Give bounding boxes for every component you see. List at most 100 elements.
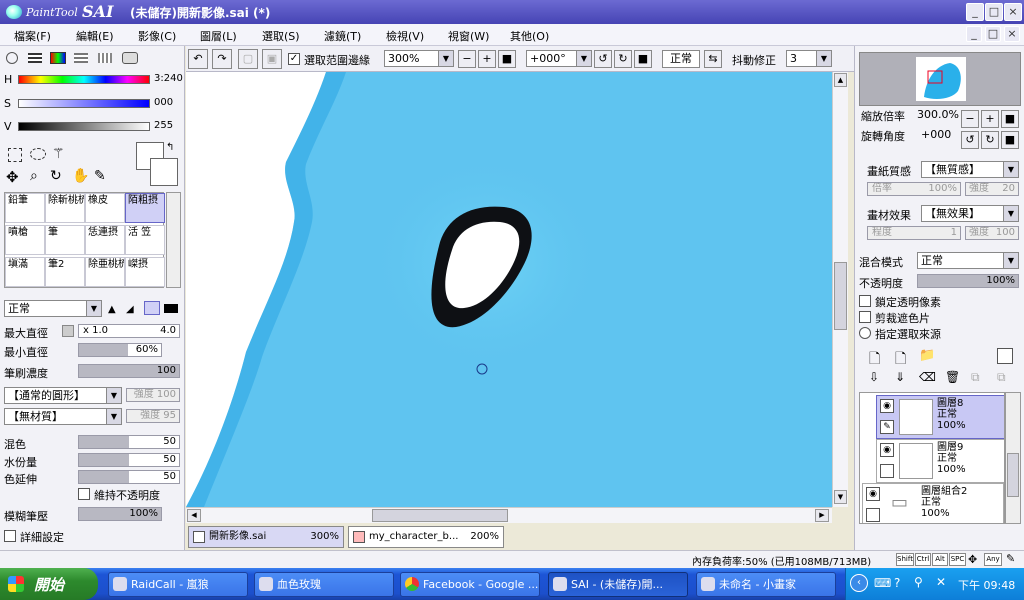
task-blood-rose[interactable]: 血色玫瑰 xyxy=(254,572,394,597)
lock-box[interactable] xyxy=(866,508,880,522)
color-wheel-icon[interactable] xyxy=(6,52,18,64)
ime-icon[interactable]: ⚲ xyxy=(914,575,923,589)
soft-edge-icon[interactable]: ◢ xyxy=(126,304,134,315)
selection-source-radio[interactable] xyxy=(859,327,871,339)
minimize-button[interactable]: _ xyxy=(966,3,984,21)
tool-connect[interactable]: 恁連摂 xyxy=(85,225,125,255)
deselect-icon[interactable]: ▢ xyxy=(238,49,258,69)
tool-fill[interactable]: 塡滿 xyxy=(5,257,45,287)
task-paint[interactable]: 未命名 - 小畫家 xyxy=(696,572,836,597)
rotate-left-icon[interactable]: ↺ xyxy=(594,50,612,68)
drawing-canvas[interactable] xyxy=(186,72,832,507)
tool-airbrush[interactable]: 噴槍 xyxy=(5,225,45,255)
brush-shape-select[interactable]: 【通常的圓形】 ▼ xyxy=(4,387,122,404)
nav-zoom-out-icon[interactable]: − xyxy=(961,110,979,128)
help-icon[interactable]: ? xyxy=(894,576,900,590)
nav-zoom-in-icon[interactable]: + xyxy=(981,110,999,128)
hand-icon[interactable]: ✋ xyxy=(72,168,89,184)
zoom-in-icon[interactable]: + xyxy=(478,50,496,68)
nav-rotate-left-icon[interactable]: ↺ xyxy=(961,131,979,149)
paper-scale-field[interactable]: 倍率 100% xyxy=(867,182,961,196)
blend-slider[interactable]: 50 xyxy=(78,435,180,449)
eye-icon[interactable]: ◉ xyxy=(880,443,894,457)
menu-edit[interactable]: 編輯(E) xyxy=(76,28,114,44)
lasso-icon[interactable] xyxy=(30,148,46,160)
density-slider[interactable]: 100 xyxy=(78,364,180,378)
zoom-reset-icon[interactable]: ■ xyxy=(498,50,516,68)
magic-wand-icon[interactable]: ⚚ xyxy=(52,146,65,162)
flip-icon[interactable]: ⇆ xyxy=(704,50,722,68)
tab-new-image[interactable]: 開新影像.sai 300% xyxy=(188,526,344,548)
scroll-right-icon[interactable]: ▶ xyxy=(815,509,829,522)
nav-rotate-reset-icon[interactable]: ■ xyxy=(1001,131,1019,149)
menu-filter[interactable]: 濾鏡(T) xyxy=(324,28,361,44)
paste-layer-icon[interactable]: ⧉ xyxy=(997,370,1006,385)
min-size-slider[interactable]: 60% xyxy=(78,343,162,357)
rect-select-icon[interactable] xyxy=(8,148,22,162)
tool-pencil[interactable]: 鉛筆 xyxy=(5,193,45,223)
close-button[interactable]: × xyxy=(1004,3,1022,21)
keep-opacity-checkbox[interactable] xyxy=(78,488,90,500)
navigator-preview[interactable] xyxy=(859,52,1021,106)
brush-mode-select[interactable]: 正常 ▼ xyxy=(4,300,102,317)
tool-selected-brush[interactable]: 陌粗摂 xyxy=(125,193,165,223)
hue-slider[interactable] xyxy=(18,75,150,84)
canvas-horizontal-scrollbar[interactable]: ◀ ▶ xyxy=(186,507,832,523)
delete-layer-icon[interactable]: 🗑 xyxy=(945,370,960,384)
rotate-reset-icon[interactable]: ■ xyxy=(634,50,652,68)
lock-box[interactable] xyxy=(880,464,894,478)
menu-window[interactable]: 視窗(W) xyxy=(448,28,489,44)
doc-minimize-button[interactable]: _ xyxy=(966,26,982,42)
keyboard-icon[interactable]: ⌨ xyxy=(874,576,891,590)
flat-edge-icon[interactable] xyxy=(164,304,178,313)
stabilizer-select[interactable]: 3 ▼ xyxy=(786,50,832,67)
tool-watercolor[interactable]: 活 笠 xyxy=(125,225,165,255)
effect-degree-field[interactable]: 程度 1 xyxy=(867,226,961,240)
layer-list-scrollbar[interactable] xyxy=(1005,392,1021,524)
invert-select-icon[interactable]: ▣ xyxy=(262,49,282,69)
view-blend-button[interactable]: 正常 xyxy=(662,50,700,68)
tool-blur[interactable]: 除斬桃梳凋 xyxy=(45,193,85,223)
canvas-vertical-scrollbar[interactable]: ▲ ▼ xyxy=(832,72,848,507)
task-sai[interactable]: SAI - (未儲存)開... xyxy=(548,572,688,597)
rgb-slider-icon[interactable] xyxy=(28,53,42,63)
layer-group-2[interactable]: ◉ ▭ 圖層組合2 正常 100% xyxy=(862,483,1004,523)
layer-blend-select[interactable]: 正常 ▼ xyxy=(917,252,1019,269)
max-size-field[interactable]: x 1.0 4.0 xyxy=(78,324,180,338)
hard-edge-icon[interactable]: ▲ xyxy=(108,304,116,315)
scroll-down-icon[interactable]: ▼ xyxy=(834,490,847,504)
lock-alpha-checkbox[interactable] xyxy=(859,295,871,307)
round-edge-icon[interactable] xyxy=(144,301,160,315)
menu-view[interactable]: 檢視(V) xyxy=(386,28,424,44)
paper-texture-select[interactable]: 【無質感】 ▼ xyxy=(921,161,1019,178)
blur-pressure-slider[interactable]: 100% xyxy=(78,507,162,521)
start-button[interactable]: 開始 xyxy=(0,568,98,600)
clipping-checkbox[interactable] xyxy=(859,311,871,323)
task-raidcall[interactable]: RaidCall - 嵐狼 xyxy=(108,572,248,597)
tool-brush2[interactable]: 筆2 xyxy=(45,257,85,287)
scratchpad-icon[interactable] xyxy=(98,53,112,63)
hsv-slider-icon[interactable] xyxy=(50,52,66,64)
transfer-down-icon[interactable]: ⇩ xyxy=(869,370,879,384)
menu-image[interactable]: 影像(C) xyxy=(138,28,176,44)
layer-item-8[interactable]: ◉ ✎ 圖層8 正常 100% xyxy=(876,395,1004,439)
menu-select[interactable]: 選取(S) xyxy=(262,28,300,44)
menu-other[interactable]: 其他(O) xyxy=(510,28,549,44)
value-slider[interactable] xyxy=(18,122,150,131)
maximize-button[interactable]: □ xyxy=(985,3,1003,21)
tool-smudge[interactable]: 除亜桃梳凋 xyxy=(85,257,125,287)
palette-icon[interactable] xyxy=(122,52,138,64)
vertical-scroll-thumb[interactable] xyxy=(834,262,847,330)
scroll-up-icon[interactable]: ▲ xyxy=(834,73,847,87)
water-slider[interactable]: 50 xyxy=(78,453,180,467)
secondary-color-swatch[interactable] xyxy=(150,158,178,186)
stretch-slider[interactable]: 50 xyxy=(78,470,180,484)
tool-eraser[interactable]: 橡皮 xyxy=(85,193,125,223)
network-icon[interactable]: ✕ xyxy=(936,575,946,589)
swatch-icon[interactable] xyxy=(74,53,88,63)
texture-strength-field[interactable]: 強度 95 xyxy=(126,409,180,423)
tab-my-character[interactable]: my_character_b... 200% xyxy=(348,526,504,548)
select-edge-checkbox[interactable]: ✓ xyxy=(288,53,300,65)
effect-select[interactable]: 【無效果】 ▼ xyxy=(921,205,1019,222)
menu-layer[interactable]: 圖層(L) xyxy=(200,28,237,44)
